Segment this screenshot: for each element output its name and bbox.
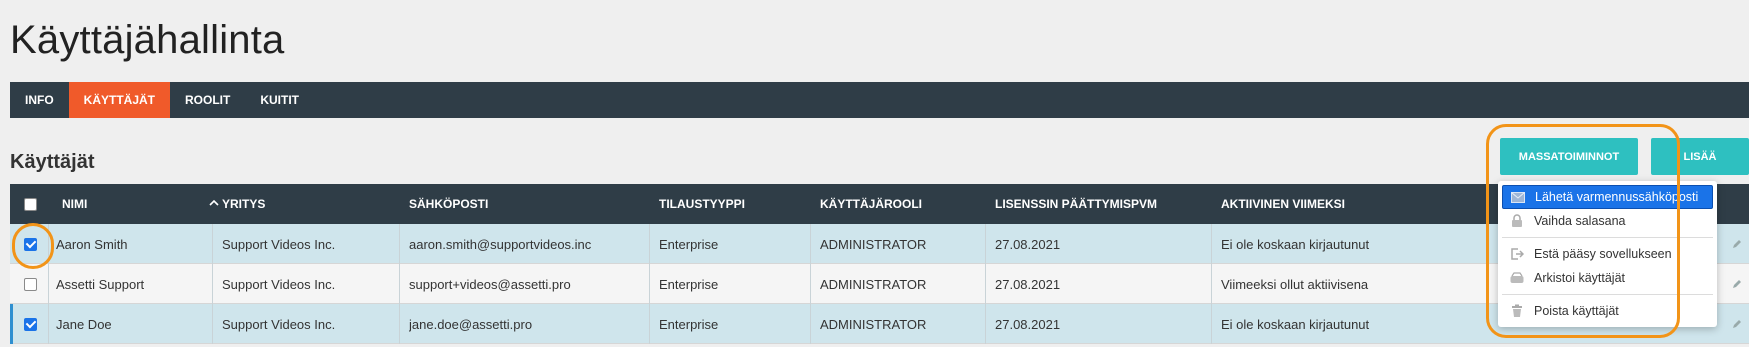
menu-item-change-password[interactable]: Vaihda salasana bbox=[1502, 209, 1713, 233]
user-role: ADMINISTRATOR bbox=[820, 276, 927, 292]
user-role: ADMINISTRATOR bbox=[820, 316, 927, 332]
user-name: Assetti Support bbox=[56, 276, 145, 292]
column-header-email[interactable]: SÄHKÖPOSTI bbox=[409, 184, 488, 224]
column-header-name[interactable]: NIMI bbox=[62, 184, 87, 224]
user-email: support+videos@assetti.pro bbox=[409, 276, 571, 292]
mass-actions-menu: Lähetä varmennussähköposti Vaihda salasa… bbox=[1498, 181, 1717, 327]
sign-out-icon bbox=[1510, 247, 1524, 261]
edit-icon[interactable] bbox=[1732, 279, 1742, 289]
add-user-button[interactable]: LISÄÄ bbox=[1651, 138, 1749, 175]
menu-divider bbox=[1502, 237, 1713, 238]
select-all-checkbox[interactable] bbox=[24, 197, 37, 211]
edit-icon[interactable] bbox=[1732, 319, 1742, 329]
user-subscription: Enterprise bbox=[659, 316, 719, 332]
archive-icon bbox=[1510, 271, 1524, 285]
menu-item-label: Vaihda salasana bbox=[1534, 214, 1626, 228]
user-company: Support Videos Inc. bbox=[222, 236, 336, 252]
select-all-cell bbox=[24, 184, 37, 224]
user-license-end: 27.08.2021 bbox=[995, 276, 1061, 292]
menu-item-send-verification[interactable]: Lähetä varmennussähköposti bbox=[1502, 185, 1713, 209]
user-name: Aaron Smith bbox=[56, 236, 128, 252]
menu-item-delete-users[interactable]: Poista käyttäjät bbox=[1502, 299, 1713, 323]
table-row[interactable]: Jane Doe Support Videos Inc. jane.doe@as… bbox=[10, 304, 1749, 344]
column-header-last-active[interactable]: AKTIIVINEN VIIMEKSI bbox=[1221, 184, 1345, 224]
user-license-end: 27.08.2021 bbox=[995, 316, 1061, 332]
row-checkbox[interactable] bbox=[24, 237, 37, 251]
column-header-role[interactable]: KÄYTTÄJÄROOLI bbox=[820, 184, 922, 224]
user-company: Support Videos Inc. bbox=[222, 316, 336, 332]
user-role: ADMINISTRATOR bbox=[820, 236, 927, 252]
sort-ascending-icon[interactable] bbox=[208, 197, 220, 209]
tab-bar: INFO KÄYTTÄJÄT ROOLIT KUITIT bbox=[10, 82, 1749, 118]
tab-roles[interactable]: ROOLIT bbox=[170, 82, 245, 118]
row-checkbox[interactable] bbox=[24, 317, 37, 331]
user-company: Support Videos Inc. bbox=[222, 276, 336, 292]
column-header-subscription[interactable]: TILAUSTYYPPI bbox=[659, 184, 745, 224]
tab-users[interactable]: KÄYTTÄJÄT bbox=[68, 82, 171, 118]
user-email: aaron.smith@supportvideos.inc bbox=[409, 236, 592, 252]
menu-item-label: Poista käyttäjät bbox=[1534, 304, 1619, 318]
user-email: jane.doe@assetti.pro bbox=[409, 316, 533, 332]
tab-info[interactable]: INFO bbox=[10, 82, 69, 118]
menu-item-label: Estä pääsy sovellukseen bbox=[1534, 247, 1672, 261]
user-last-active: Viimeeksi ollut aktiivisena bbox=[1221, 276, 1369, 292]
user-subscription: Enterprise bbox=[659, 236, 719, 252]
lock-icon bbox=[1510, 214, 1524, 228]
tab-receipts[interactable]: KUITIT bbox=[245, 82, 314, 118]
trash-icon bbox=[1510, 304, 1524, 318]
table-header: NIMI YRITYS SÄHKÖPOSTI TILAUSTYYPPI KÄYT… bbox=[10, 184, 1749, 224]
table-row[interactable]: Assetti Support Support Videos Inc. supp… bbox=[10, 264, 1749, 304]
user-license-end: 27.08.2021 bbox=[995, 236, 1061, 252]
user-last-active: Ei ole koskaan kirjautunut bbox=[1221, 236, 1370, 252]
menu-item-block-access[interactable]: Estä pääsy sovellukseen bbox=[1502, 242, 1713, 266]
menu-item-label: Lähetä varmennussähköposti bbox=[1535, 190, 1699, 204]
menu-item-label: Arkistoi käyttäjät bbox=[1534, 271, 1626, 285]
column-header-company[interactable]: YRITYS bbox=[222, 184, 265, 224]
users-table: NIMI YRITYS SÄHKÖPOSTI TILAUSTYYPPI KÄYT… bbox=[10, 184, 1749, 344]
menu-item-archive-users[interactable]: Arkistoi käyttäjät bbox=[1502, 266, 1713, 290]
section-title: Käyttäjät bbox=[10, 151, 95, 173]
user-subscription: Enterprise bbox=[659, 276, 719, 292]
user-last-active: Ei ole koskaan kirjautunut bbox=[1221, 316, 1370, 332]
mass-actions-button[interactable]: MASSATOIMINNOT bbox=[1500, 138, 1638, 175]
page-title: Käyttäjähallinta bbox=[10, 18, 285, 62]
column-header-license-end[interactable]: LISENSSIN PÄÄTTYMISPVM bbox=[995, 184, 1157, 224]
user-name: Jane Doe bbox=[56, 316, 112, 332]
envelope-icon bbox=[1511, 190, 1525, 204]
row-checkbox[interactable] bbox=[24, 277, 37, 291]
menu-divider bbox=[1502, 294, 1713, 295]
table-row[interactable]: Aaron Smith Support Videos Inc. aaron.sm… bbox=[10, 224, 1749, 264]
edit-icon[interactable] bbox=[1732, 239, 1742, 249]
